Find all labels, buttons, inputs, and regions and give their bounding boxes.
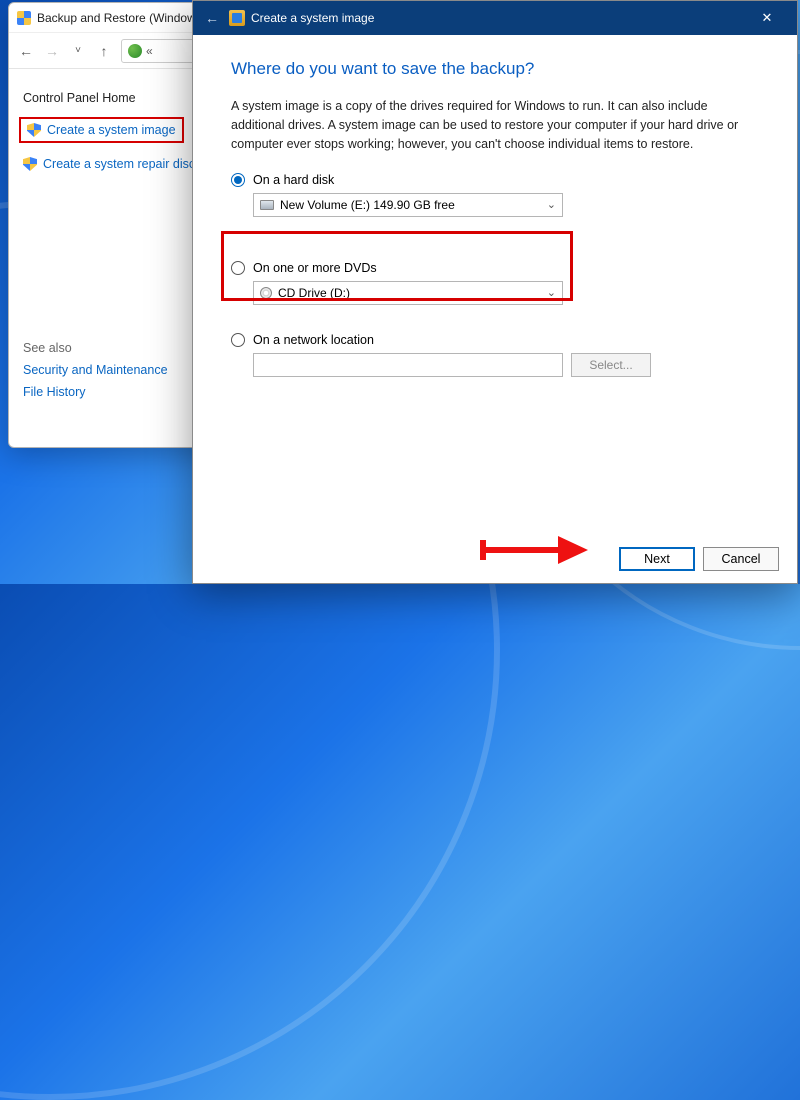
system-image-wizard: ← Create a system image ✕ Where do you w… — [192, 0, 798, 584]
globe-icon — [128, 44, 142, 58]
chevron-down-icon: ⌄ — [547, 198, 556, 211]
create-system-image-link[interactable]: Create a system image — [47, 123, 176, 137]
wizard-title: Create a system image — [251, 11, 374, 25]
chevron-down-icon: ⌄ — [547, 286, 556, 299]
network-path-input[interactable] — [253, 353, 563, 377]
wizard-title-icon — [229, 10, 245, 26]
cd-icon — [260, 287, 272, 299]
radio-network[interactable] — [231, 333, 245, 347]
shield-icon — [27, 123, 41, 137]
control-panel-title: Backup and Restore (Window — [37, 11, 196, 25]
hard-disk-combo[interactable]: New Volume (E:) 149.90 GB free ⌄ — [253, 193, 563, 217]
shield-icon — [23, 157, 37, 171]
nav-up-icon[interactable]: ↑ — [95, 43, 113, 59]
nav-forward-icon[interactable]: → — [43, 43, 61, 59]
next-button[interactable]: Next — [619, 547, 695, 571]
option-dvd-label[interactable]: On one or more DVDs — [253, 261, 377, 275]
radio-dvd[interactable] — [231, 261, 245, 275]
shield-icon — [17, 11, 31, 25]
highlight-create-system-image: Create a system image — [19, 117, 184, 143]
option-network-label[interactable]: On a network location — [253, 333, 374, 347]
create-repair-label: Create a system repair disc — [43, 157, 195, 171]
option-hard-disk-group: On a hard disk New Volume (E:) 149.90 GB… — [231, 173, 759, 217]
wizard-body: Where do you want to save the backup? A … — [193, 35, 797, 535]
option-network-group: On a network location Select... — [231, 333, 759, 377]
dvd-combo[interactable]: CD Drive (D:) ⌄ — [253, 281, 563, 305]
cancel-button[interactable]: Cancel — [703, 547, 779, 571]
address-chevrons: « — [146, 44, 153, 58]
wizard-description: A system image is a copy of the drives r… — [231, 97, 759, 153]
wizard-footer: Next Cancel — [193, 535, 797, 583]
option-hard-disk-label[interactable]: On a hard disk — [253, 173, 334, 187]
hard-disk-value: New Volume (E:) 149.90 GB free — [280, 198, 455, 212]
back-arrow-icon[interactable]: ← — [203, 9, 221, 27]
wizard-heading: Where do you want to save the backup? — [231, 59, 759, 79]
dvd-value: CD Drive (D:) — [278, 286, 350, 300]
option-dvd-group: On one or more DVDs CD Drive (D:) ⌄ — [231, 261, 759, 305]
radio-hard-disk[interactable] — [231, 173, 245, 187]
nav-chevron-down-icon[interactable]: ˅ — [69, 45, 87, 56]
hard-disk-icon — [260, 200, 274, 210]
close-button[interactable]: ✕ — [745, 4, 789, 32]
wizard-titlebar: ← Create a system image ✕ — [193, 1, 797, 35]
select-network-button[interactable]: Select... — [571, 353, 651, 377]
nav-back-icon[interactable]: ← — [17, 43, 35, 59]
